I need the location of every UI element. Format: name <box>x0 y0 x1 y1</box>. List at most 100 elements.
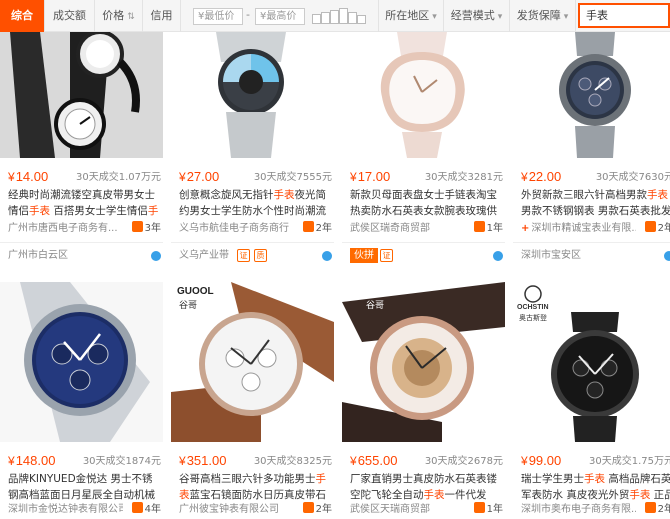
sort-price-tab[interactable]: 价格 ⇅ <box>95 0 143 32</box>
deal-count: 30天成交2678元 <box>424 456 503 467</box>
product-title[interactable]: 厂家直销男士真皮防水石英表镂空陀飞轮全自动手表一件代发 <box>350 471 504 503</box>
shop-years-icon <box>131 221 143 232</box>
price-min-input[interactable]: ¥最低价 <box>193 8 243 25</box>
brand-logo-sub: 谷哥 <box>366 301 385 311</box>
brand-logo: OCHSTIN <box>517 304 549 311</box>
business-mode-label: 经营模式 <box>450 9 495 22</box>
product-title[interactable]: 新款贝母面表盘女士手链表淘宝热卖防水石英表女款腕表玫瑰供应 <box>350 187 504 219</box>
product-title[interactable]: 谷哥高档三眼六针多功能男士手表蓝宝石镜面防水日历真皮带石英表 <box>179 471 333 503</box>
deal-count: 30天成交1.75万元 <box>589 456 670 467</box>
shop-years-icon <box>302 502 314 513</box>
product-card[interactable]: ¥148.00 30天成交1874元 品牌KINYUED金悦达 男士不锈钢高档蓝… <box>0 282 163 519</box>
location-filter-label: 所在地区 <box>385 9 430 22</box>
shop-years-icon <box>644 502 656 513</box>
brand-logo-sub: 谷哥 <box>179 301 198 311</box>
shop-years-icon <box>473 221 485 232</box>
shop-years-icon <box>302 221 314 232</box>
sort-arrow-icon: ⇅ <box>127 12 135 22</box>
product-card[interactable]: ¥17.00 30天成交3281元 新款贝母面表盘女士手链表淘宝热卖防水石英表女… <box>342 32 505 267</box>
product-image[interactable] <box>171 32 334 158</box>
brand-logo: GUOOL <box>348 286 385 297</box>
product-image[interactable]: GUOOL 谷哥 <box>342 282 505 442</box>
sort-default-tab[interactable]: 综合 <box>0 0 45 32</box>
price: ¥27.00 <box>179 169 220 184</box>
product-image[interactable]: OCHSTIN 奥古斯登 <box>513 282 670 442</box>
wangwang-chat-icon[interactable] <box>664 251 670 261</box>
product-image[interactable] <box>342 32 505 158</box>
product-image[interactable] <box>0 282 163 442</box>
price: ¥148.00 <box>8 453 56 468</box>
product-title[interactable]: 瑞士学生男士手表 高档品牌石英军表防水 真皮夜光外贸手表 正品 <box>521 471 670 503</box>
divider <box>0 242 163 243</box>
certified-badge-icon: 证 <box>380 249 393 262</box>
price: ¥99.00 <box>521 453 562 468</box>
divider <box>513 242 670 243</box>
deal-count: 30天成交1874元 <box>82 456 161 467</box>
brand-logo-sub: 奥古斯登 <box>519 314 547 322</box>
product-title[interactable]: 创意概念旋风无指针手表夜光简约男女士学生防水个性时尚潮流腕表 <box>179 187 333 219</box>
shop-years: 3年 <box>131 221 161 237</box>
shop-location: 广州市白云区 <box>8 250 68 261</box>
shop-name[interactable]: 深圳市奥布电子商务有限... <box>521 502 636 518</box>
product-title[interactable]: 外贸新款三眼六针高档男款手表 男款不锈钢钢表 男款石英表批发 <box>521 187 670 219</box>
product-card[interactable]: ¥22.00 30天成交7630元 外贸新款三眼六针高档男款手表 男款不锈钢钢表… <box>513 32 670 267</box>
deal-count: 30天成交7630元 <box>595 172 670 183</box>
deal-count: 30天成交7555元 <box>253 172 332 183</box>
shop-name[interactable]: 义乌市航佳电子商务商行 <box>179 221 289 237</box>
shop-years: 2年 <box>302 221 332 237</box>
price: ¥22.00 <box>521 169 562 184</box>
product-title[interactable]: 经典时尚潮流镂空真皮带男女士情侣手表 百搭男女士学生情侣手表 <box>8 187 162 219</box>
deal-count: 30天成交8325元 <box>253 456 332 467</box>
shop-name[interactable]: 广州彼宝钟表有限公司 <box>179 502 279 518</box>
product-image[interactable] <box>513 32 670 158</box>
product-card[interactable]: OCHSTIN 奥古斯登 ¥99.00 30天成交1.75万元 瑞士学生男士手表… <box>513 282 670 519</box>
price: ¥17.00 <box>350 169 391 184</box>
divider <box>342 242 505 243</box>
product-image[interactable] <box>0 32 163 158</box>
product-card[interactable]: GUOOL 谷哥 ¥351.00 30天成交8325元 谷哥高档三眼六针多功能男… <box>171 282 334 519</box>
quality-badge-icon: 质 <box>254 249 267 262</box>
shop-name[interactable]: 广州市唐西电子商务有... <box>8 221 118 237</box>
sort-sales-tab[interactable]: 成交额 <box>45 0 95 32</box>
shop-location: 义乌产业带 <box>179 250 229 261</box>
price: ¥14.00 <box>8 169 49 184</box>
price-dash: - <box>246 8 250 21</box>
shop-name[interactable]: + 深圳市精诚宝表业有限... <box>521 221 636 237</box>
price-range-histogram[interactable] <box>312 8 368 24</box>
shop-location: 深圳市宝安区 <box>521 250 581 261</box>
price: ¥655.00 <box>350 453 398 468</box>
product-card[interactable]: GUOOL 谷哥 ¥655.00 30天成交2678元 厂家直销男士真皮防水石英… <box>342 282 505 519</box>
deal-count: 30天成交1.07万元 <box>76 172 161 183</box>
shop-name[interactable]: 武侯区天瑞商贸部 <box>350 502 430 518</box>
shop-years: 1年 <box>473 221 503 237</box>
shop-years-icon <box>644 221 656 232</box>
product-card[interactable]: ¥27.00 30天成交7555元 创意概念旋风无指针手表夜光简约男女士学生防水… <box>171 32 334 267</box>
sort-credit-tab[interactable]: 信用 <box>143 0 181 32</box>
shop-years: 4年 <box>131 502 161 518</box>
brand-logo: GUOOL <box>177 286 214 297</box>
shop-name[interactable]: 武侯区瑞奇商贸部 <box>350 221 430 237</box>
location-filter[interactable]: 所在地区 ▾ <box>378 0 444 32</box>
delivery-filter-label: 发货保障 <box>516 9 561 22</box>
delivery-filter[interactable]: 发货保障 ▾ <box>510 0 576 32</box>
price-max-input[interactable]: ¥最高价 <box>255 8 305 25</box>
wangwang-chat-icon[interactable] <box>151 251 161 261</box>
sort-price-label: 价格 <box>102 9 125 22</box>
shop-years: 1年 <box>473 502 503 518</box>
product-image[interactable]: GUOOL 谷哥 <box>171 282 334 442</box>
deal-count: 30天成交3281元 <box>424 172 503 183</box>
product-card[interactable]: ¥14.00 30天成交1.07万元 经典时尚潮流镂空真皮带男女士情侣手表 百搭… <box>0 32 163 267</box>
shop-years: 2年 <box>302 502 332 518</box>
shop-years-icon <box>473 502 485 513</box>
business-mode-filter[interactable]: 经营模式 ▾ <box>444 0 510 32</box>
chevron-down-icon: ▾ <box>432 12 437 22</box>
wangwang-chat-icon[interactable] <box>322 251 332 261</box>
shop-years-icon <box>131 502 143 513</box>
product-title[interactable]: 品牌KINYUED金悦达 男士不锈钢高档蓝面日月星辰全自动机械手表 <box>8 471 162 503</box>
wangwang-chat-icon[interactable] <box>493 251 503 261</box>
shop-years: 2年 <box>644 502 670 518</box>
search-input[interactable]: 手表 <box>578 3 670 28</box>
certified-badge-icon: 证 <box>237 249 250 262</box>
shop-name[interactable]: 深圳市金悦达钟表有限公司 <box>8 502 123 518</box>
chevron-down-icon: ▾ <box>497 12 503 22</box>
